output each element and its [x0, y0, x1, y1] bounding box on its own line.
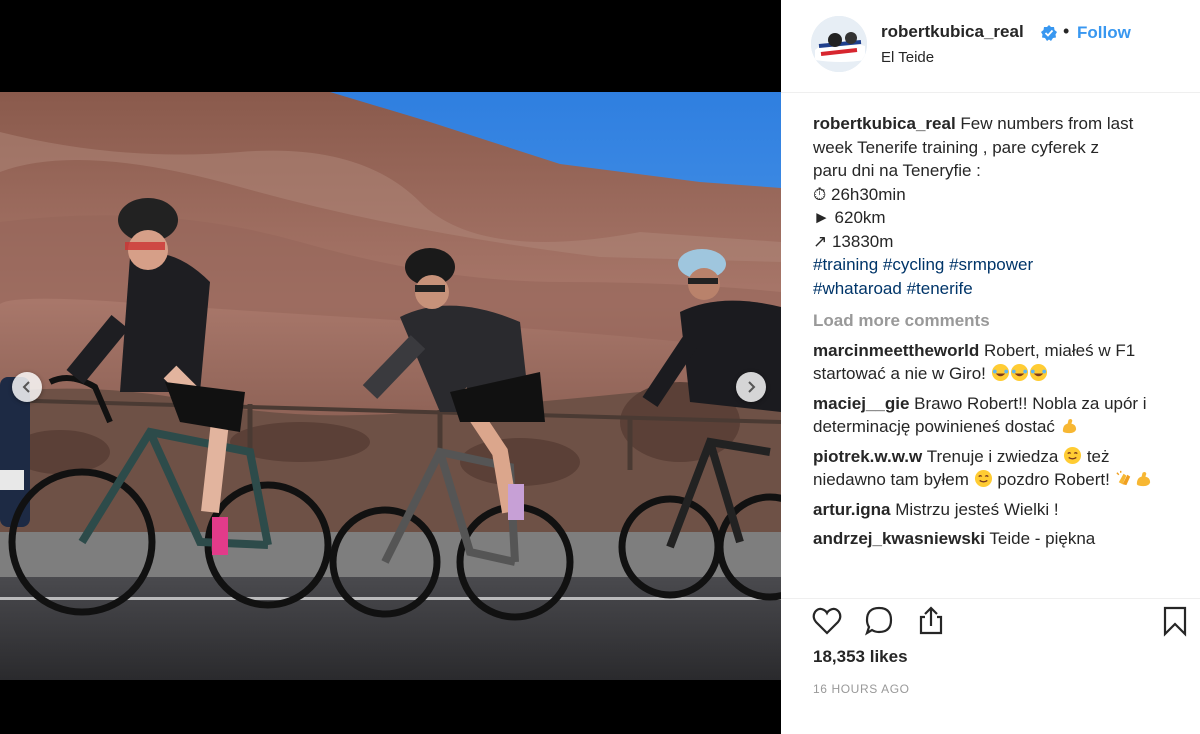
author-username[interactable]: robertkubica_real: [881, 22, 1024, 42]
post-header: robertkubica_real • Follow El Teide: [781, 0, 1200, 93]
laughing-emoji-icon: [1010, 363, 1028, 382]
hashtags-line-1[interactable]: #training #cycling #srmpower: [813, 253, 1183, 277]
previous-image-button[interactable]: [12, 372, 42, 402]
comment-username[interactable]: artur.igna: [813, 500, 890, 519]
smiling-emoji-icon: [1064, 446, 1082, 464]
follow-button[interactable]: Follow: [1077, 23, 1131, 43]
comment-text: Teide - piękna: [989, 529, 1096, 548]
stat-distance: ► 620km: [813, 208, 886, 227]
caption-username[interactable]: robertkubica_real: [813, 114, 956, 133]
comment-username[interactable]: piotrek.w.w.w: [813, 447, 922, 466]
caption: robertkubica_real Few numbers from last …: [813, 112, 1183, 300]
comment-item: maciej__gie Brawo Robert!! Nobla za upór…: [813, 392, 1183, 439]
caption-text-line-2: week Tenerife training , pare cyferek z: [813, 137, 1099, 157]
comment-username[interactable]: maciej__gie: [813, 394, 909, 413]
verified-badge-icon: [1041, 25, 1057, 41]
comment-username[interactable]: andrzej_kwasniewski: [813, 529, 985, 548]
hashtags-line-2[interactable]: #whataroad #tenerife: [813, 277, 1183, 301]
laughing-emoji-icon: [991, 363, 1009, 382]
next-image-button[interactable]: [736, 372, 766, 402]
share-icon[interactable]: [915, 605, 947, 637]
post-timestamp[interactable]: 16 HOURS AGO: [813, 682, 910, 696]
comment-text-part-3: pozdro Robert!: [997, 470, 1110, 489]
comment-item: artur.igna Mistrzu jesteś Wielki !: [813, 498, 1183, 522]
cycling-photo: [0, 92, 781, 680]
comment-text-part-1: Trenuje i zwiedza: [926, 446, 1059, 466]
flexed-bicep-emoji-icon: [1136, 472, 1150, 487]
bookmark-icon[interactable]: [1159, 605, 1191, 637]
smiling-emoji-icon: [974, 469, 992, 488]
avatar[interactable]: [811, 16, 867, 72]
stat-time: ⏱ 26h30min: [813, 184, 906, 204]
comment-text: Mistrzu jesteś Wielki !: [895, 499, 1059, 519]
clapping-hands-emoji-icon: [1115, 470, 1130, 486]
post-side-panel: robertkubica_real • Follow El Teide robe…: [781, 0, 1200, 734]
stat-elevation: ↗ 13830m: [813, 231, 894, 251]
separator-dot: •: [1063, 21, 1070, 41]
chevron-right-icon: [748, 381, 756, 393]
likes-count[interactable]: 18,353 likes: [813, 647, 908, 667]
post-photo[interactable]: [0, 92, 781, 680]
caption-text-line-1: Few numbers from last: [960, 114, 1134, 133]
comment-item: piotrek.w.w.w Trenuje i zwiedza też nied…: [813, 445, 1183, 492]
post-media: [0, 0, 781, 734]
laughing-emoji-icon: [1029, 363, 1047, 382]
chevron-left-icon: [22, 381, 30, 393]
load-more-comments-button[interactable]: Load more comments: [813, 309, 1183, 333]
heart-icon[interactable]: [811, 605, 843, 637]
comment-icon[interactable]: [863, 605, 895, 637]
action-bar: [781, 598, 1200, 647]
caption-text-line-3: paru dni na Teneryfie :: [813, 161, 981, 180]
comment-item: marcinmeettheworld Robert, miałeś w F1 s…: [813, 339, 1183, 386]
comment-username[interactable]: marcinmeettheworld: [813, 341, 979, 360]
post-location[interactable]: El Teide: [881, 49, 934, 66]
avatar-image: [811, 16, 867, 72]
comment-item: andrzej_kwasniewski Teide - piękna: [813, 527, 1183, 551]
flexed-bicep-emoji-icon: [1062, 419, 1076, 434]
comments-section: robertkubica_real Few numbers from last …: [813, 112, 1183, 594]
